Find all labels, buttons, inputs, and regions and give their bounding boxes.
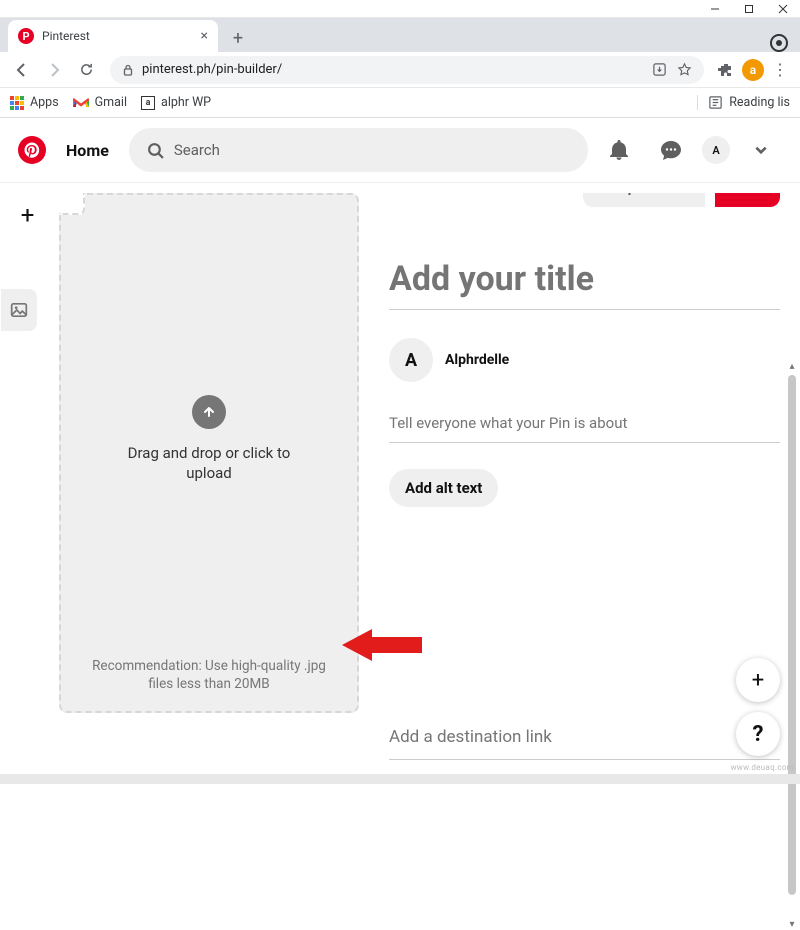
address-bar[interactable]: pinterest.ph/pin-builder/ — [110, 56, 704, 84]
search-bar[interactable]: Search — [129, 128, 588, 172]
nav-forward-button[interactable] — [40, 56, 68, 84]
builder-panel: Drag and drop or click to upload Recomme… — [55, 183, 800, 774]
tab-title: Pinterest — [42, 29, 201, 43]
save-button[interactable]: Save — [715, 193, 780, 207]
alphr-icon: a — [141, 96, 155, 110]
author-avatar[interactable]: A — [389, 338, 433, 382]
nav-back-button[interactable] — [8, 56, 36, 84]
fab-add-button[interactable]: + — [736, 658, 780, 702]
annotation-arrow — [342, 625, 422, 665]
scrollbar-thumb[interactable] — [788, 375, 796, 895]
pinterest-favicon: P — [18, 28, 34, 44]
window-bottom-bar — [0, 774, 800, 784]
notifications-icon[interactable] — [598, 129, 640, 171]
board-save-row: Sample01 Save — [389, 193, 780, 207]
scroll-down-icon[interactable]: ▾ — [787, 919, 797, 929]
install-app-icon[interactable] — [652, 62, 667, 77]
bookmarks-bar: Apps Gmail a alphr WP Reading lis — [0, 88, 800, 118]
new-tab-button[interactable]: + — [224, 24, 252, 52]
user-avatar-small[interactable]: A — [702, 136, 730, 164]
apps-grid-icon — [10, 96, 24, 110]
pin-form: Sample01 Save A Alphrdelle Add alt text — [389, 193, 786, 774]
gmail-label: Gmail — [95, 95, 127, 110]
gmail-icon — [73, 97, 89, 109]
media-indicator-icon[interactable] — [770, 34, 788, 52]
pin-title-input[interactable] — [389, 253, 780, 310]
home-link[interactable]: Home — [56, 141, 119, 160]
nav-reload-button[interactable] — [72, 56, 100, 84]
gmail-bookmark[interactable]: Gmail — [73, 95, 127, 110]
board-selected-label: Sample01 — [597, 193, 665, 196]
browser-tabstrip: P Pinterest × + — [0, 18, 800, 52]
browser-toolbar: pinterest.ph/pin-builder/ a ⋮ — [0, 52, 800, 88]
pin-builder-content: + Drag and drop or click to upload Recom… — [0, 183, 800, 774]
dropzone-notch — [59, 193, 85, 215]
image-tab-icon[interactable] — [1, 289, 37, 331]
reading-list-label: Reading lis — [729, 95, 790, 110]
alphr-label: alphr WP — [161, 95, 211, 110]
apps-bookmark[interactable]: Apps — [10, 95, 59, 110]
author-name: Alphrdelle — [445, 352, 509, 368]
alphr-bookmark[interactable]: a alphr WP — [141, 95, 211, 110]
author-row: A Alphrdelle — [389, 338, 780, 382]
search-icon — [147, 142, 164, 159]
board-selector[interactable]: Sample01 — [583, 193, 705, 207]
bookmark-star-icon[interactable] — [677, 62, 692, 77]
pinterest-logo[interactable] — [18, 136, 46, 164]
upload-arrow-icon — [192, 395, 226, 429]
add-alt-text-button[interactable]: Add alt text — [389, 469, 498, 507]
add-pin-button[interactable]: + — [21, 201, 35, 229]
window-titlebar — [0, 0, 800, 18]
search-placeholder: Search — [174, 141, 220, 159]
lock-icon — [122, 64, 134, 76]
chrome-menu-icon[interactable]: ⋮ — [768, 60, 792, 79]
builder-sidebar: + — [0, 183, 55, 774]
scroll-up-icon[interactable]: ▴ — [787, 361, 797, 371]
reading-list-button[interactable]: Reading lis — [697, 95, 790, 110]
tab-close-icon[interactable]: × — [201, 28, 208, 44]
apps-label: Apps — [30, 95, 59, 110]
page-scrollbar[interactable]: ▴ ▾ — [788, 365, 796, 925]
extensions-icon[interactable] — [714, 58, 738, 82]
window-maximize-button[interactable] — [732, 0, 766, 18]
upload-dropzone[interactable]: Drag and drop or click to upload Recomme… — [59, 193, 359, 713]
pinterest-header: Home Search A — [0, 118, 800, 182]
window-minimize-button[interactable] — [698, 0, 732, 18]
chrome-profile-avatar[interactable]: a — [742, 59, 764, 81]
upload-recommendation: Recommendation: Use high-quality .jpg fi… — [79, 657, 339, 693]
watermark-text: www.deuaq.com — [731, 763, 795, 772]
upload-instruction: Drag and drop or click to upload — [109, 443, 309, 484]
window-close-button[interactable] — [766, 0, 800, 18]
pin-description-input[interactable] — [389, 410, 780, 443]
destination-link-input[interactable] — [389, 721, 780, 760]
reading-list-icon — [708, 95, 723, 110]
account-menu-chevron-icon[interactable] — [740, 129, 782, 171]
browser-tab-active[interactable]: P Pinterest × — [8, 20, 218, 52]
url-text: pinterest.ph/pin-builder/ — [142, 62, 282, 77]
messages-icon[interactable] — [650, 129, 692, 171]
fab-help-button[interactable]: ? — [736, 712, 780, 756]
